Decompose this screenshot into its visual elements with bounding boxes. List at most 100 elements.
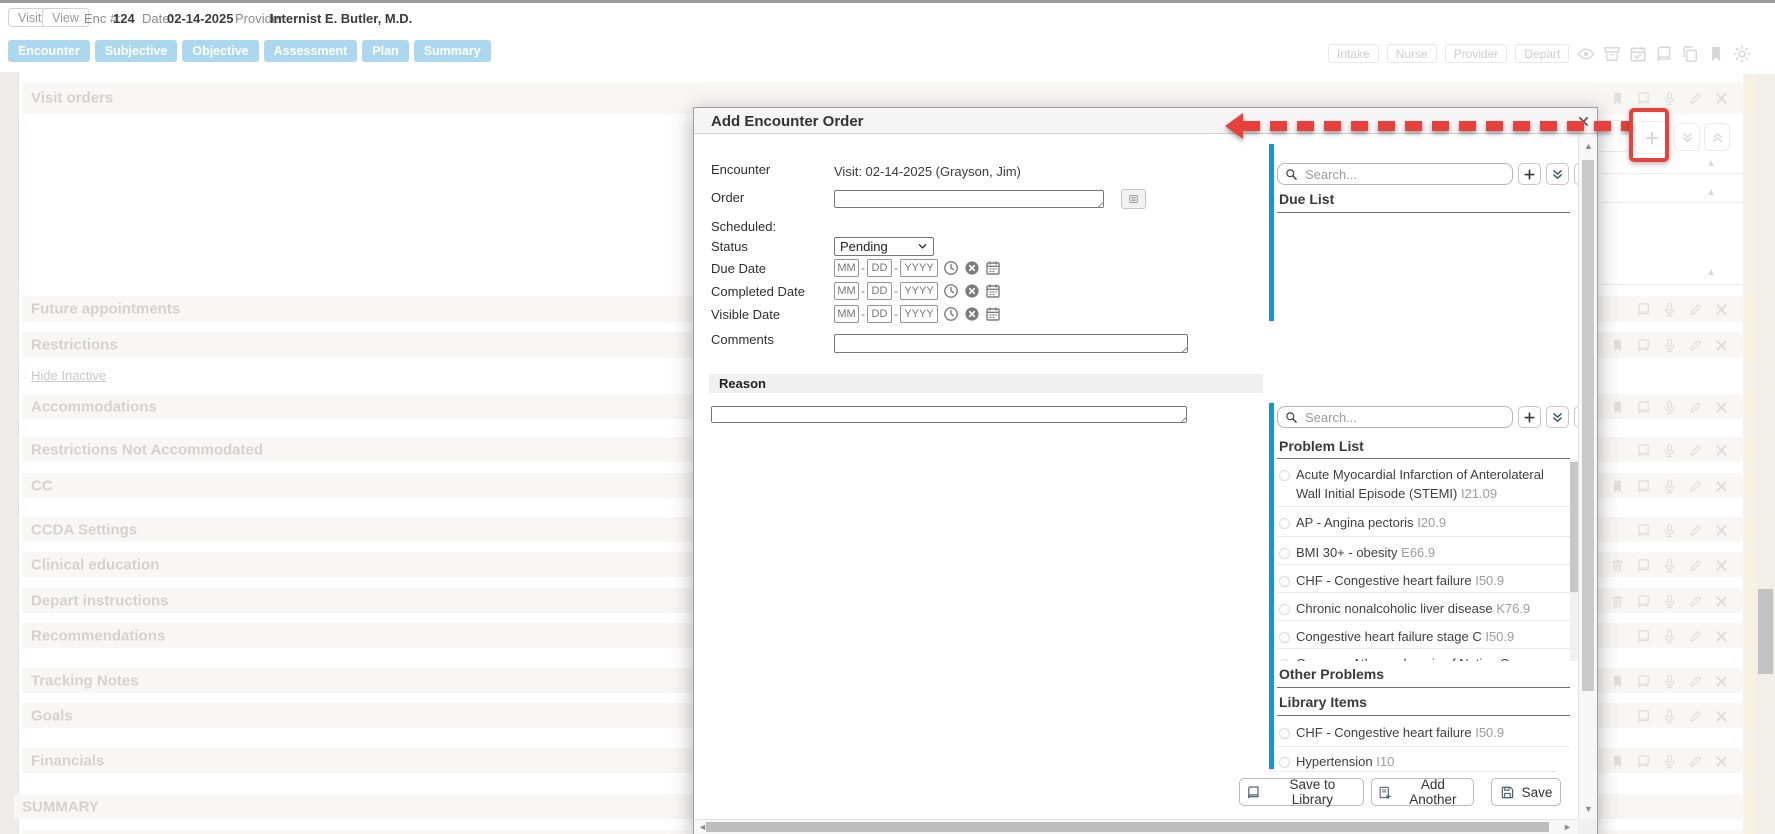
nurse-button[interactable]: Nurse — [1387, 44, 1437, 63]
microphone-icon[interactable] — [1662, 674, 1677, 689]
trash-icon[interactable] — [1610, 558, 1625, 573]
pencil-icon[interactable] — [1688, 302, 1703, 317]
provider-button[interactable]: Provider — [1445, 44, 1508, 63]
comments-input[interactable] — [834, 334, 1188, 353]
order-input[interactable] — [834, 190, 1104, 208]
archive-icon[interactable] — [1603, 45, 1621, 63]
problem-item[interactable]: Chronic nonalcoholic liver disease K76.9 — [1279, 599, 1564, 618]
book-icon[interactable] — [1636, 754, 1651, 769]
microphone-icon[interactable] — [1662, 400, 1677, 415]
save-button[interactable]: Save — [1491, 778, 1561, 806]
microphone-icon[interactable] — [1662, 754, 1677, 769]
dialog-horizontal-scrollbar-thumb[interactable] — [706, 822, 1549, 832]
book-icon[interactable] — [1636, 594, 1651, 609]
add-due-item-button[interactable] — [1518, 163, 1541, 185]
completed-date-month-input[interactable] — [834, 282, 859, 300]
add-problem-button[interactable] — [1518, 406, 1541, 428]
pencil-icon[interactable] — [1688, 674, 1703, 689]
clear-date-icon[interactable] — [964, 260, 980, 276]
pencil-icon[interactable] — [1688, 91, 1703, 106]
bookmark-icon[interactable] — [1707, 45, 1725, 63]
radio-icon[interactable] — [1279, 632, 1290, 643]
pencil-icon[interactable] — [1688, 629, 1703, 644]
problem-item[interactable]: CHF - Congestive heart failure I50.9 — [1279, 571, 1564, 590]
pencil-icon[interactable] — [1688, 443, 1703, 458]
book-icon[interactable] — [1655, 45, 1673, 63]
window-scrollbar[interactable] — [1756, 74, 1775, 834]
problem-list-scrollbar-thumb[interactable] — [1570, 462, 1578, 592]
collapse-caret-icon[interactable]: ▲ — [1706, 159, 1716, 169]
completed-date-year-input[interactable] — [900, 282, 938, 300]
close-icon[interactable] — [1714, 479, 1729, 494]
bookmark-icon[interactable] — [1610, 674, 1625, 689]
collapse-all-button[interactable] — [1704, 123, 1730, 151]
radio-icon[interactable] — [1279, 757, 1290, 768]
microphone-icon[interactable] — [1662, 338, 1677, 353]
expand-all-button[interactable] — [1674, 123, 1700, 151]
book-icon[interactable] — [1636, 674, 1651, 689]
collapse-caret-icon[interactable]: ▲ — [1706, 268, 1716, 278]
window-scrollbar-thumb[interactable] — [1758, 589, 1773, 674]
status-select[interactable]: Pending — [834, 237, 934, 256]
close-icon[interactable] — [1714, 338, 1729, 353]
radio-icon[interactable] — [1279, 470, 1290, 481]
close-icon[interactable] — [1714, 754, 1729, 769]
expand-due-list-button[interactable] — [1546, 163, 1569, 185]
calendar-check-icon[interactable] — [1629, 45, 1647, 63]
book-icon[interactable] — [1636, 443, 1651, 458]
library-item[interactable]: Hypertension I10 — [1279, 752, 1564, 771]
pencil-icon[interactable] — [1688, 594, 1703, 609]
problem-search[interactable] — [1277, 406, 1513, 428]
time-icon[interactable] — [943, 283, 959, 299]
pencil-icon[interactable] — [1688, 479, 1703, 494]
book-icon[interactable] — [1636, 302, 1651, 317]
clear-date-icon[interactable] — [964, 283, 980, 299]
radio-icon[interactable] — [1279, 604, 1290, 615]
close-icon[interactable] — [1714, 443, 1729, 458]
book-icon[interactable] — [1636, 558, 1651, 573]
microphone-icon[interactable] — [1662, 558, 1677, 573]
due-list-search[interactable] — [1277, 163, 1513, 185]
tab-assessment[interactable]: Assessment — [264, 40, 358, 62]
close-icon[interactable] — [1714, 91, 1729, 106]
scroll-up-icon[interactable]: ▲ — [1584, 142, 1593, 151]
problem-item[interactable]: Congestive heart failure stage C I50.9 — [1279, 627, 1564, 646]
due-list-search-input[interactable] — [1303, 166, 1505, 183]
save-to-library-button[interactable]: Save to Library — [1239, 778, 1364, 806]
book-icon[interactable] — [1636, 91, 1651, 106]
radio-icon[interactable] — [1279, 518, 1290, 529]
close-icon[interactable] — [1714, 302, 1729, 317]
dialog-vertical-scrollbar-thumb[interactable] — [1582, 160, 1594, 691]
book-icon[interactable] — [1636, 400, 1651, 415]
gears-icon[interactable] — [1733, 45, 1751, 63]
visible-date-month-input[interactable] — [834, 305, 859, 323]
bookmark-icon[interactable] — [1610, 479, 1625, 494]
time-icon[interactable] — [943, 260, 959, 276]
due-date-month-input[interactable] — [834, 259, 859, 277]
reason-input[interactable] — [711, 406, 1187, 423]
book-icon[interactable] — [1636, 479, 1651, 494]
due-date-year-input[interactable] — [900, 259, 938, 277]
close-icon[interactable] — [1714, 558, 1729, 573]
pencil-icon[interactable] — [1688, 400, 1703, 415]
radio-icon[interactable] — [1279, 659, 1290, 661]
completed-date-day-input[interactable] — [867, 282, 892, 300]
book-icon[interactable] — [1636, 629, 1651, 644]
problem-item[interactable]: Acute Myocardial Infarction of Anterolat… — [1279, 465, 1564, 503]
pencil-icon[interactable] — [1688, 558, 1703, 573]
pencil-icon[interactable] — [1688, 338, 1703, 353]
microphone-icon[interactable] — [1662, 302, 1677, 317]
pencil-icon[interactable] — [1688, 709, 1703, 724]
problem-item[interactable]: Coronary Atherosclerosis of Native Coron… — [1279, 654, 1564, 661]
order-picker-button[interactable] — [1121, 189, 1146, 209]
microphone-icon[interactable] — [1662, 709, 1677, 724]
due-date-day-input[interactable] — [867, 259, 892, 277]
tab-objective[interactable]: Objective — [182, 40, 258, 62]
visible-date-year-input[interactable] — [900, 305, 938, 323]
calendar-icon[interactable] — [985, 283, 1001, 299]
copy-icon[interactable] — [1681, 45, 1699, 63]
tab-subjective[interactable]: Subjective — [95, 40, 178, 62]
visible-date-day-input[interactable] — [867, 305, 892, 323]
close-icon[interactable] — [1714, 674, 1729, 689]
scroll-right-icon[interactable]: ► — [1563, 823, 1572, 832]
